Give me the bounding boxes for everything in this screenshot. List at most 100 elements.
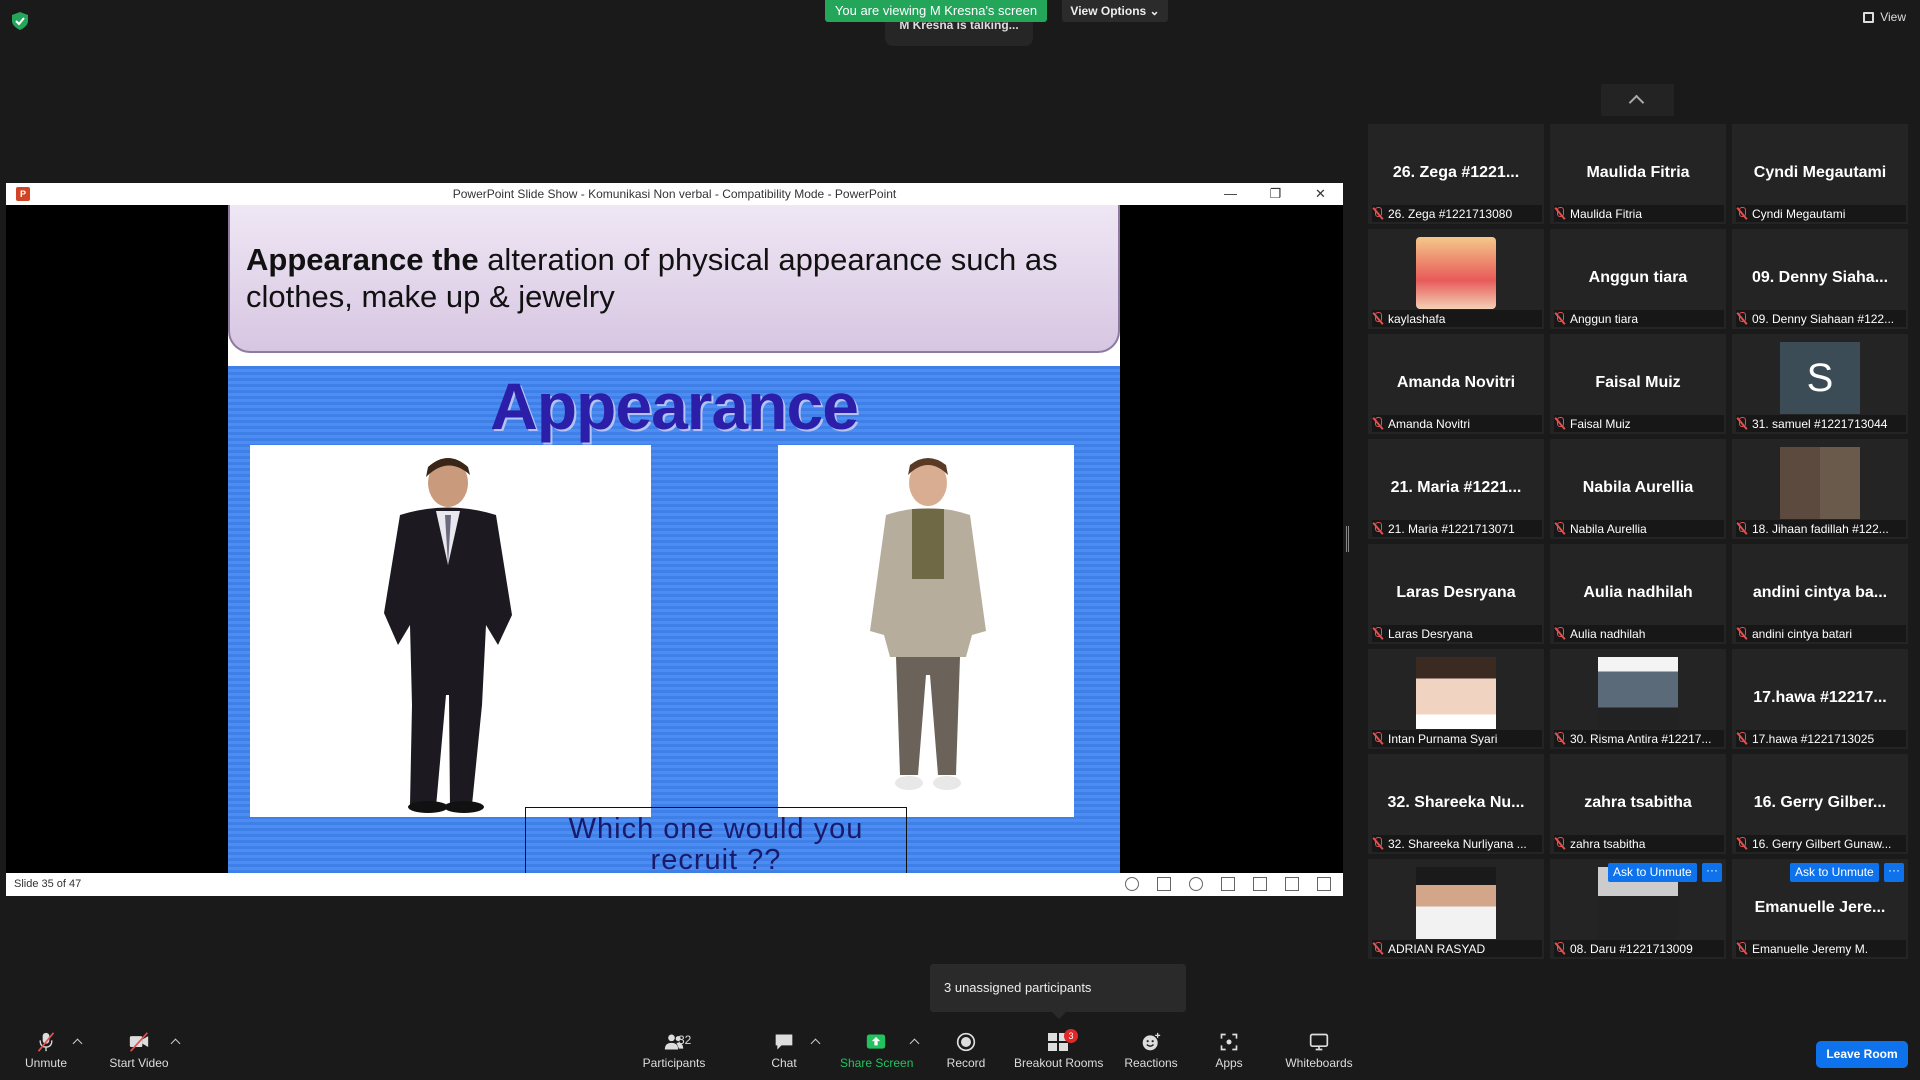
microphone-muted-icon — [1372, 837, 1384, 850]
participant-tile[interactable]: Laras Desryana Laras Desryana — [1368, 544, 1544, 644]
slide-area: Appearance the alteration of physical ap… — [6, 205, 1343, 873]
participant-name-label: andini cintya batari — [1736, 625, 1906, 642]
participant-name: Nabila Aurellia — [1570, 521, 1647, 536]
shared-screen[interactable]: P PowerPoint Slide Show - Komunikasi Non… — [6, 183, 1343, 896]
whiteboards-button[interactable]: Whiteboards — [1284, 1030, 1354, 1070]
participant-tile[interactable]: 30. Risma Antira #12217... — [1550, 649, 1726, 749]
microphone-muted-icon — [1554, 732, 1566, 745]
normal-view-icon[interactable] — [1221, 877, 1235, 891]
participant-tile[interactable]: Intan Purnama Syari — [1368, 649, 1544, 749]
previous-slide-icon[interactable] — [1125, 877, 1139, 891]
chat-options-chevron-icon[interactable] — [810, 1038, 821, 1049]
participant-video — [1416, 657, 1496, 729]
view-button[interactable]: View — [1863, 10, 1906, 24]
breakout-rooms-badge: 3 — [1064, 1029, 1078, 1043]
panel-resize-handle[interactable] — [1346, 526, 1349, 552]
participant-name: 21. Maria #1221713071 — [1388, 521, 1515, 536]
participant-name-label: zahra tsabitha — [1554, 835, 1724, 852]
close-icon[interactable]: ✕ — [1298, 183, 1343, 205]
microphone-muted-icon — [1554, 942, 1566, 955]
participant-name-label: Intan Purnama Syari — [1372, 730, 1542, 747]
participants-label: Participants — [642, 1056, 706, 1070]
apps-button[interactable]: Apps — [1212, 1030, 1246, 1070]
participant-tile[interactable]: Nabila Aurellia Nabila Aurellia — [1550, 439, 1726, 539]
unmute-button[interactable]: Unmute — [20, 1030, 72, 1070]
participant-tile[interactable]: 26. Zega #1221... 26. Zega #1221713080 — [1368, 124, 1544, 224]
participant-tile[interactable]: Emanuelle Jere... Emanuelle Jeremy M. Ask … — [1732, 859, 1908, 959]
view-options-button[interactable]: View Options ⌄ — [1062, 0, 1168, 22]
share-screen-button[interactable]: Share Screen — [840, 1030, 913, 1070]
microphone-muted-icon — [1736, 627, 1748, 640]
participant-name-label: Laras Desryana — [1372, 625, 1542, 642]
gallery-page-up-button[interactable] — [1601, 84, 1674, 116]
whiteboards-label: Whiteboards — [1285, 1056, 1353, 1070]
ask-to-unmute-button[interactable]: Ask to Unmute — [1790, 863, 1879, 882]
participant-tile[interactable]: kaylashafa — [1368, 229, 1544, 329]
chat-bubble-icon — [775, 1034, 793, 1050]
participant-tile[interactable]: 21. Maria #1221... 21. Maria #1221713071 — [1368, 439, 1544, 539]
more-options-icon[interactable]: ··· — [1884, 863, 1904, 882]
participant-tile[interactable]: 18. Jihaan fadillah #122... — [1732, 439, 1908, 539]
participant-tile[interactable]: 09. Denny Siaha... 09. Denny Siahaan #122… — [1732, 229, 1908, 329]
restore-icon[interactable]: ❐ — [1253, 183, 1298, 205]
participant-display-name: 32. Shareeka Nu... — [1387, 794, 1525, 811]
participant-name: 09. Denny Siahaan #122... — [1752, 311, 1895, 326]
video-options-chevron-icon[interactable] — [170, 1038, 181, 1049]
leave-room-button[interactable]: Leave Room — [1816, 1041, 1908, 1068]
chat-label: Chat — [771, 1056, 797, 1070]
participant-name-label: 08. Daru #1221713009 — [1554, 940, 1724, 957]
participant-tile[interactable]: 17.hawa #12217... 17.hawa #1221713025 — [1732, 649, 1908, 749]
microphone-muted-icon — [1736, 837, 1748, 850]
participant-tile[interactable]: 08. Daru #1221713009 Ask to Unmute ··· — [1550, 859, 1726, 959]
participant-name-label: Emanuelle Jeremy M. — [1736, 940, 1906, 957]
breakout-rooms-tooltip: 3 unassigned participants — [930, 964, 1186, 1019]
next-slide-icon[interactable] — [1189, 877, 1203, 891]
participant-tile[interactable]: zahra tsabitha zahra tsabitha — [1550, 754, 1726, 854]
reactions-button[interactable]: Reactions — [1124, 1030, 1178, 1070]
participant-tile[interactable]: ADRIAN RASYAD — [1368, 859, 1544, 959]
ppt-statusbar: Slide 35 of 47 — [6, 873, 1343, 896]
participant-tile[interactable]: Cyndi Megautami Cyndi Megautami — [1732, 124, 1908, 224]
record-button[interactable]: Record — [944, 1030, 988, 1070]
more-options-icon[interactable]: ··· — [1702, 863, 1722, 882]
participant-name: 08. Daru #1221713009 — [1570, 941, 1693, 956]
audio-options-chevron-icon[interactable] — [72, 1038, 83, 1049]
participant-name: 30. Risma Antira #12217... — [1570, 731, 1712, 746]
microphone-muted-icon — [1736, 417, 1748, 430]
ask-to-unmute-button[interactable]: Ask to Unmute — [1608, 863, 1697, 882]
slide-sorter-icon[interactable] — [1253, 877, 1267, 891]
emoji-reactions-icon — [1142, 1032, 1161, 1051]
participant-tile[interactable]: Amanda Novitri Amanda Novitri — [1368, 334, 1544, 434]
shield-check-icon[interactable] — [12, 12, 28, 30]
participants-button[interactable]: 32 Participants — [638, 1030, 710, 1070]
reading-view-icon[interactable] — [1285, 877, 1299, 891]
breakout-rooms-button[interactable]: 3 Breakout Rooms — [1014, 1029, 1103, 1070]
participant-display-name: Emanuelle Jere... — [1754, 899, 1886, 916]
participant-name: Laras Desryana — [1388, 626, 1473, 641]
participant-name: 31. samuel #1221713044 — [1752, 416, 1888, 431]
participant-name-label: 26. Zega #1221713080 — [1372, 205, 1542, 222]
microphone-muted-icon — [1372, 627, 1384, 640]
apps-label: Apps — [1215, 1056, 1243, 1070]
participant-display-name: 26. Zega #1221... — [1392, 164, 1520, 181]
participant-tile[interactable]: Faisal Muiz Faisal Muiz — [1550, 334, 1726, 434]
participant-tile[interactable]: andini cintya ba... andini cintya batari — [1732, 544, 1908, 644]
participant-tile[interactable]: 16. Gerry Gilber... 16. Gerry Gilbert Gun… — [1732, 754, 1908, 854]
participant-tile[interactable]: 32. Shareeka Nu... 32. Shareeka Nurliyana… — [1368, 754, 1544, 854]
participant-tile[interactable]: Anggun tiara Anggun tiara — [1550, 229, 1726, 329]
participant-name: Amanda Novitri — [1388, 416, 1471, 431]
start-video-button[interactable]: Start Video — [106, 1030, 172, 1070]
chat-button[interactable]: Chat — [766, 1030, 802, 1070]
participant-name-label: 16. Gerry Gilbert Gunaw... — [1736, 835, 1906, 852]
microphone-muted-icon — [1736, 522, 1748, 535]
viewing-screen-banner: You are viewing M Kresna's screen — [825, 0, 1047, 22]
start-video-label: Start Video — [109, 1056, 169, 1070]
minimize-icon[interactable]: — — [1208, 183, 1253, 205]
notes-icon[interactable] — [1157, 877, 1171, 891]
participant-video — [1416, 867, 1496, 939]
participant-tile[interactable]: Maulida Fitria Maulida Fitria — [1550, 124, 1726, 224]
slideshow-view-icon[interactable] — [1317, 877, 1331, 891]
microphone-muted-icon — [1372, 942, 1384, 955]
participant-tile[interactable]: S 31. samuel #1221713044 — [1732, 334, 1908, 434]
participant-tile[interactable]: Aulia nadhilah Aulia nadhilah — [1550, 544, 1726, 644]
